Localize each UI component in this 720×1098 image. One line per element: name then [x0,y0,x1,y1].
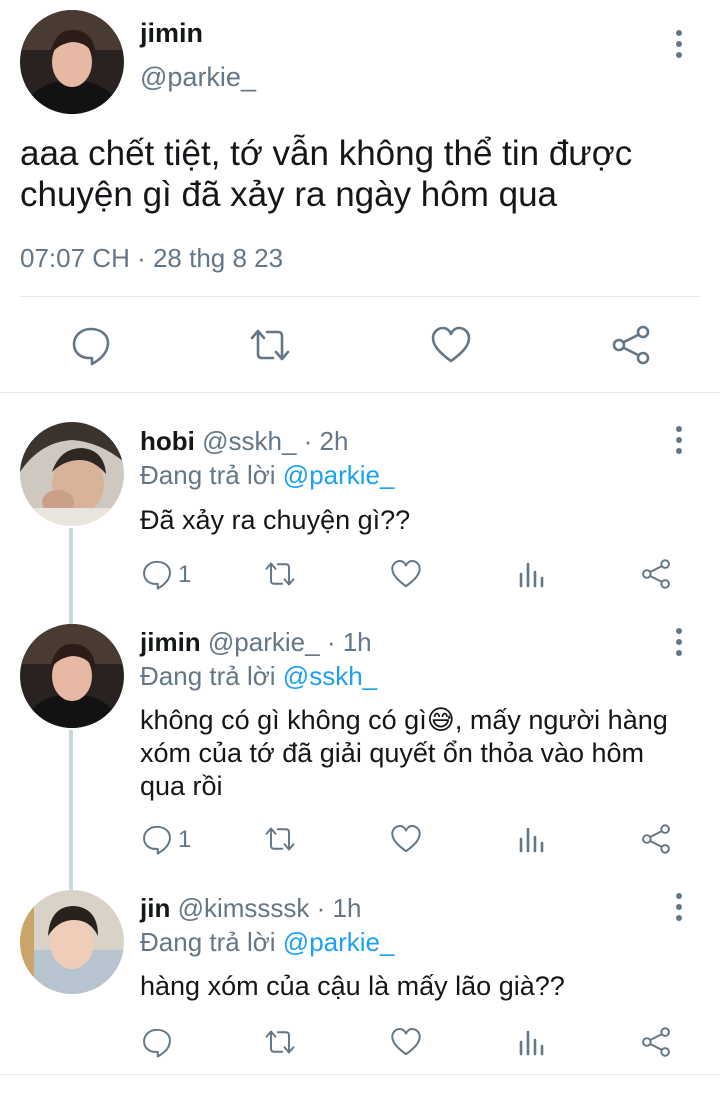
replying-to: Đang trả lời @parkie_ [140,460,394,491]
reply-text-line: qua rồi [140,771,223,801]
reply-text: Đã xảy ra chuyện gì?? [140,504,410,537]
analytics-icon[interactable] [518,560,546,588]
reply-count: 1 [178,561,192,588]
like-icon[interactable] [390,823,422,855]
more-options-icon[interactable] [667,24,691,64]
author-handle[interactable]: @parkie_ [140,62,256,93]
more-options-icon[interactable] [667,622,691,662]
thread-line [69,528,73,624]
retweet-icon[interactable] [262,1026,298,1058]
reply-header: jimin @parkie_ · 1h [140,627,372,658]
reply-header: hobi @sskh_ · 2h [140,426,348,457]
like-icon[interactable] [390,558,422,590]
share-icon[interactable] [610,324,652,366]
reply-author-name[interactable]: hobi [140,426,195,456]
replying-to: Đang trả lời @parkie_ [140,927,394,958]
tweet-text: aaa chết tiệt, tớ vẫn không thể tin được… [20,133,632,215]
more-options-icon[interactable] [667,420,691,460]
retweet-icon[interactable] [262,558,298,590]
replying-to-label: Đang trả lời [140,661,276,691]
reply-time: · 1h [316,893,362,923]
analytics-icon[interactable] [518,825,546,853]
more-options-icon[interactable] [667,887,691,927]
section-divider [0,392,720,393]
reply-author-name[interactable]: jimin [140,627,201,657]
reply-time: · 1h [326,627,372,657]
share-icon[interactable] [640,823,672,855]
reply-icon[interactable] [141,823,173,855]
analytics-icon[interactable] [518,1028,546,1056]
reply-author-handle[interactable]: @parkie_ [208,627,320,657]
reply-text-line: hàng xóm của cậu là mấy lão già?? [140,971,565,1001]
reply-count: 1 [178,826,192,853]
reply-text: không có gì không có gì😅, mấy người hàng… [140,704,668,803]
avatar[interactable] [20,10,124,114]
tweet-text-line: aaa chết tiệt, tớ vẫn không thể tin được [20,134,633,173]
reply-text-line: không có gì không có gì😅, mấy người hàng [140,705,668,735]
reply-header: jin @kimssssk · 1h [140,893,361,924]
reply-icon[interactable] [141,558,173,590]
tweet-text-line: chuyện gì đã xảy ra ngày hôm qua [20,175,558,214]
avatar[interactable] [20,624,124,728]
thread-line [69,730,73,890]
avatar[interactable] [20,422,124,526]
reply-author-name[interactable]: jin [140,893,170,923]
replying-to-link[interactable]: @parkie_ [283,460,395,490]
reply-time: · 2h [303,426,349,456]
tweet-timestamp: 07:07 CH · 28 thg 8 23 [20,243,284,273]
replying-to-link[interactable]: @sskh_ [283,661,377,691]
share-icon[interactable] [640,558,672,590]
share-icon[interactable] [640,1026,672,1058]
avatar[interactable] [20,890,124,994]
reply-text-line: xóm của tớ đã giải quyết ổn thỏa vào hôm [140,738,645,768]
retweet-icon[interactable] [262,823,298,855]
like-icon[interactable] [430,324,472,366]
replying-to-link[interactable]: @parkie_ [283,927,395,957]
section-divider [0,1074,720,1075]
retweet-icon[interactable] [246,324,294,366]
replying-to: Đang trả lời @sskh_ [140,661,377,692]
reply-text-line: Đã xảy ra chuyện gì?? [140,505,411,535]
replying-to-label: Đang trả lời [140,927,276,957]
reply-author-handle[interactable]: @kimssssk [178,893,310,923]
replying-to-label: Đang trả lời [140,460,276,490]
author-name[interactable]: jimin [140,18,203,49]
like-icon[interactable] [390,1026,422,1058]
reply-icon[interactable] [141,1026,173,1058]
reply-author-handle[interactable]: @sskh_ [202,426,296,456]
reply-icon[interactable] [70,324,112,366]
reply-text: hàng xóm của cậu là mấy lão già?? [140,970,565,1003]
divider [20,296,700,297]
